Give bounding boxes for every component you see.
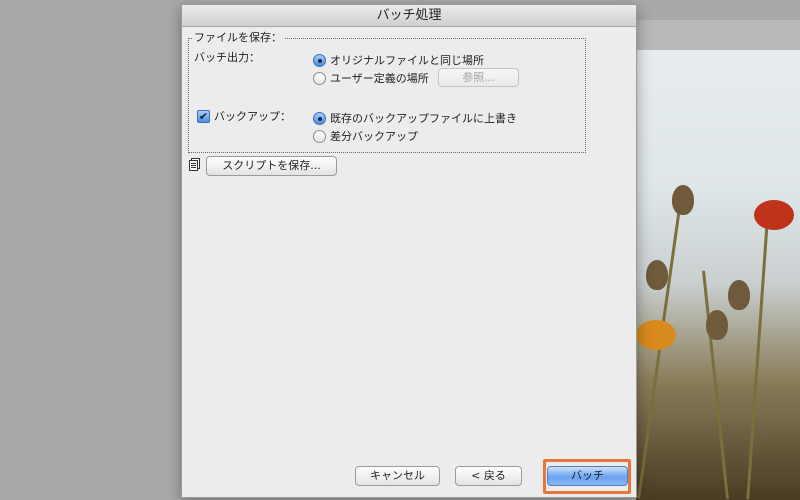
orange-flower [636, 320, 676, 350]
radio-overwrite-backup[interactable]: 既存のバックアップファイルに上書き [313, 110, 517, 126]
flower-stem [746, 220, 769, 500]
radio-button[interactable] [313, 111, 326, 125]
radio-user-location[interactable]: ユーザー定義の場所 [313, 70, 429, 86]
radio-button[interactable] [313, 71, 326, 85]
radio-button[interactable] [313, 53, 326, 67]
radio-button[interactable] [313, 129, 326, 143]
document-icon [189, 158, 200, 171]
backup-checkbox[interactable]: ✔ [197, 109, 210, 123]
backup-checkbox-row[interactable]: ✔ バックアップ： [197, 108, 291, 124]
save-script-button[interactable]: スクリプトを保存... [206, 156, 337, 176]
batch-output-label: バッチ出力： [194, 51, 260, 64]
radio-label: 既存のバックアップファイルに上書き [330, 112, 517, 125]
flower-stem [701, 270, 730, 500]
red-poppy [754, 200, 794, 230]
radio-diff-backup[interactable]: 差分バックアップ [313, 128, 418, 144]
back-button[interactable]: < 戻る [455, 466, 522, 486]
cancel-button[interactable]: キャンセル [355, 466, 440, 486]
background-strip [636, 20, 800, 50]
poppy-bud [706, 310, 728, 340]
poppy-bud [672, 185, 694, 215]
browse-button[interactable]: 参照... [438, 68, 519, 87]
radio-same-location[interactable]: オリジナルファイルと同じ場所 [313, 52, 484, 68]
flower-stem [637, 201, 682, 499]
batch-dialog: バッチ処理 ファイルを保存： バッチ出力： オリジナルファイルと同じ場所 ユーザ… [181, 4, 637, 498]
batch-button-highlight [543, 459, 631, 494]
radio-label: 差分バックアップ [330, 130, 418, 143]
poppy-bud [728, 280, 750, 310]
background-photo [636, 20, 800, 500]
save-file-group-title: ファイルを保存： [192, 29, 284, 45]
poppy-bud [646, 260, 668, 290]
backup-label: バックアップ： [214, 110, 291, 123]
dialog-title: バッチ処理 [182, 5, 636, 27]
check-icon: ✔ [198, 109, 209, 123]
radio-label: オリジナルファイルと同じ場所 [330, 54, 484, 67]
radio-label: ユーザー定義の場所 [330, 72, 429, 85]
